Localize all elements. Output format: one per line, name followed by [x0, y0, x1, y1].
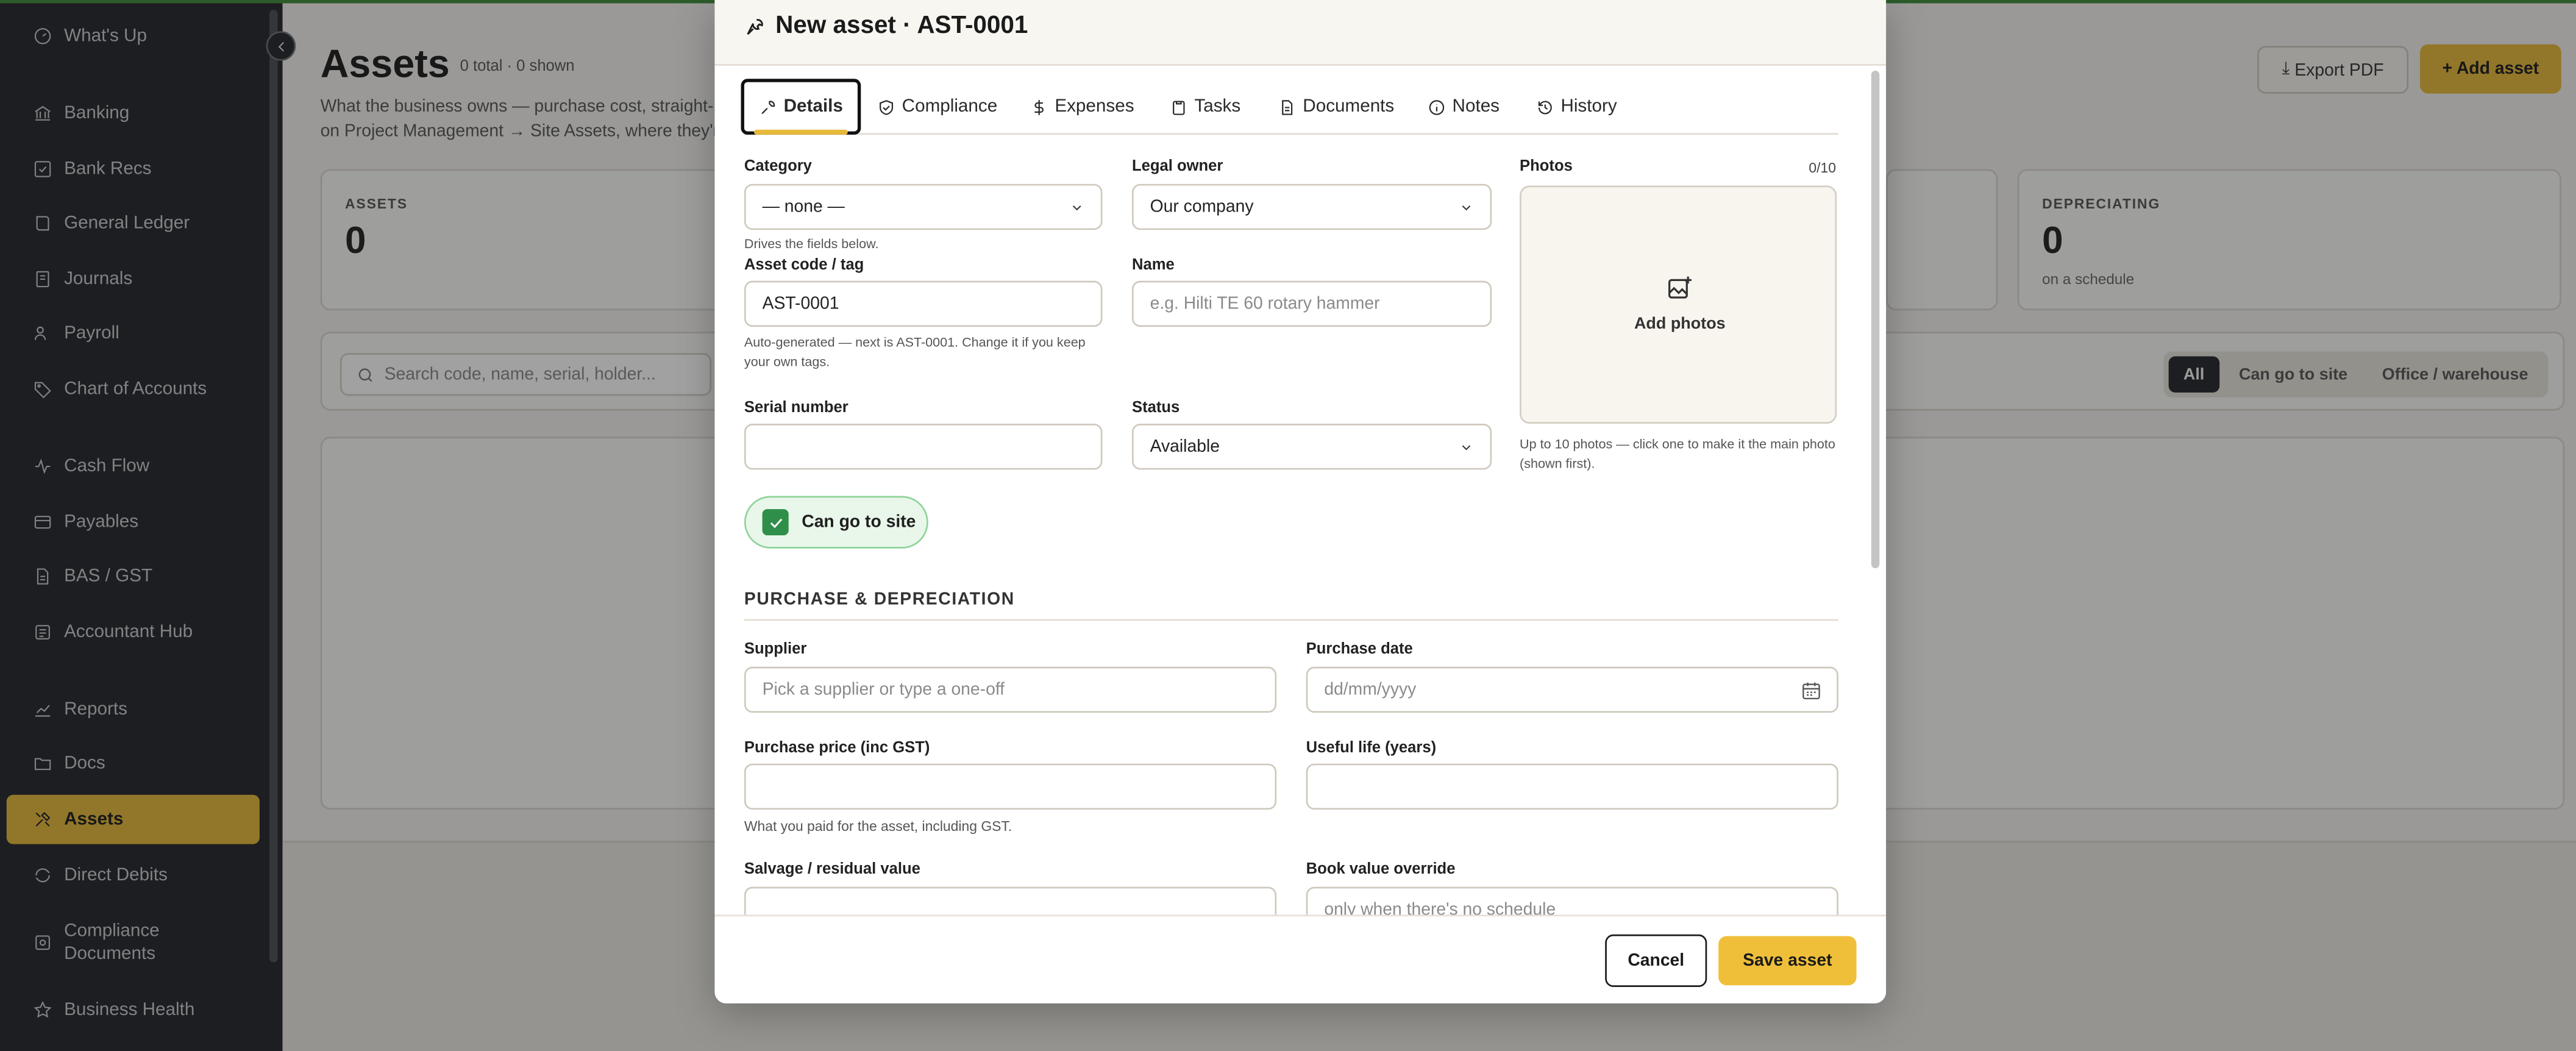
book-value-override-placeholder: only when there's no schedule [1324, 900, 1556, 915]
clipboard-icon [1170, 98, 1188, 116]
name-input[interactable]: e.g. Hilti TE 60 rotary hammer [1131, 280, 1492, 327]
supplier-placeholder: Pick a supplier or type a one-off [762, 680, 1005, 700]
add-photos-label: Add photos [1634, 315, 1726, 333]
tab-history[interactable]: History [1536, 79, 1617, 135]
tab-label: Expenses [1055, 96, 1134, 117]
purchase-price-hint: What you paid for the asset, including G… [744, 818, 1012, 835]
purchase-date-label: Purchase date [1306, 640, 1413, 659]
modal-scrollbar[interactable] [1871, 70, 1880, 569]
document-icon [1278, 98, 1297, 116]
tab-expenses[interactable]: Expenses [1030, 79, 1134, 135]
history-icon [1536, 98, 1554, 116]
wrench-icon [759, 98, 777, 116]
name-placeholder: e.g. Hilti TE 60 rotary hammer [1150, 294, 1380, 314]
modal-footer: Cancel Save asset [714, 914, 1887, 1003]
tab-label: Details [783, 96, 843, 117]
can-go-to-site-label: Can go to site [802, 512, 916, 532]
save-asset-button[interactable]: Save asset [1718, 936, 1857, 986]
serial-number-input[interactable] [744, 424, 1103, 470]
modal-header: New asset · AST-0001 [714, 0, 1887, 66]
tab-tasks[interactable]: Tasks [1170, 79, 1240, 135]
asset-code-hint: Auto-generated — next is AST-0001. Chang… [744, 335, 1086, 370]
salvage-value-label: Salvage / residual value [744, 860, 920, 879]
status-select[interactable]: Available [1131, 424, 1492, 470]
photos-label: Photos [1520, 157, 1573, 176]
legal-owner-label: Legal owner [1131, 157, 1223, 176]
tab-label: Documents [1303, 96, 1395, 117]
status-label: Status [1131, 399, 1180, 418]
purchase-date-input[interactable]: dd/mm/yyyy [1306, 666, 1838, 713]
asset-code-value: AST-0001 [762, 294, 839, 314]
category-label: Category [744, 157, 812, 176]
photos-count: 0/10 [1809, 159, 1837, 176]
asset-code-label: Asset code / tag [744, 256, 864, 274]
shield-check-icon [877, 98, 895, 116]
name-label: Name [1131, 256, 1175, 274]
chevron-down-icon [1459, 201, 1473, 215]
calendar-icon[interactable] [1801, 680, 1822, 701]
can-go-to-site-toggle[interactable]: Can go to site [744, 496, 928, 549]
supplier-input[interactable]: Pick a supplier or type a one-off [744, 666, 1277, 713]
modal-title: New asset · AST-0001 [775, 11, 1028, 40]
tab-details[interactable]: Details [741, 79, 861, 135]
photos-hint: Up to 10 photos — click one to make it t… [1520, 436, 1835, 472]
tab-label: Tasks [1194, 96, 1241, 117]
category-value: — none — [762, 197, 845, 217]
purchase-price-label: Purchase price (inc GST) [744, 739, 930, 757]
legal-owner-value: Our company [1150, 197, 1254, 217]
tab-notes[interactable]: Notes [1428, 79, 1500, 135]
chevron-down-icon [1070, 201, 1084, 215]
new-asset-modal: New asset · AST-0001 Details Compliance … [714, 0, 1887, 1003]
section-divider [744, 619, 1838, 621]
useful-life-input[interactable] [1306, 763, 1838, 810]
supplier-label: Supplier [744, 640, 807, 659]
chevron-down-icon [1459, 440, 1473, 455]
asset-code-input[interactable]: AST-0001 [744, 280, 1103, 327]
serial-number-label: Serial number [744, 399, 849, 418]
checkbox-checked-icon [762, 509, 789, 536]
cancel-button[interactable]: Cancel [1605, 934, 1707, 987]
tab-compliance[interactable]: Compliance [877, 79, 997, 135]
image-plus-icon [1666, 274, 1694, 302]
info-icon [1428, 98, 1446, 116]
salvage-value-input[interactable] [744, 886, 1277, 915]
tab-label: Compliance [902, 96, 998, 117]
book-value-override-label: Book value override [1306, 860, 1456, 879]
modal-body: Details Compliance Expenses Tasks Docume… [714, 66, 1886, 915]
status-value: Available [1150, 436, 1220, 457]
purchase-price-input[interactable] [744, 763, 1277, 810]
book-value-override-input[interactable]: only when there's no schedule [1306, 886, 1838, 915]
legal-owner-select[interactable]: Our company [1131, 183, 1492, 230]
category-select[interactable]: — none — [744, 183, 1103, 230]
purchase-date-placeholder: dd/mm/yyyy [1324, 680, 1417, 700]
purchase-section-title: PURCHASE & DEPRECIATION [744, 590, 1015, 610]
add-photos-dropzone[interactable]: Add photos [1520, 185, 1837, 424]
tab-label: History [1560, 96, 1617, 117]
modal-tabs: Details Compliance Expenses Tasks Docume… [741, 79, 1838, 135]
wrench-icon [744, 16, 766, 38]
useful-life-label: Useful life (years) [1306, 739, 1437, 757]
app-window: What's Up Banking Bank Recs General Ledg… [0, 0, 2576, 1051]
dollar-icon [1030, 98, 1048, 116]
tab-label: Notes [1452, 96, 1500, 117]
tab-documents[interactable]: Documents [1278, 79, 1394, 135]
category-hint: Drives the fields below. [744, 236, 879, 252]
